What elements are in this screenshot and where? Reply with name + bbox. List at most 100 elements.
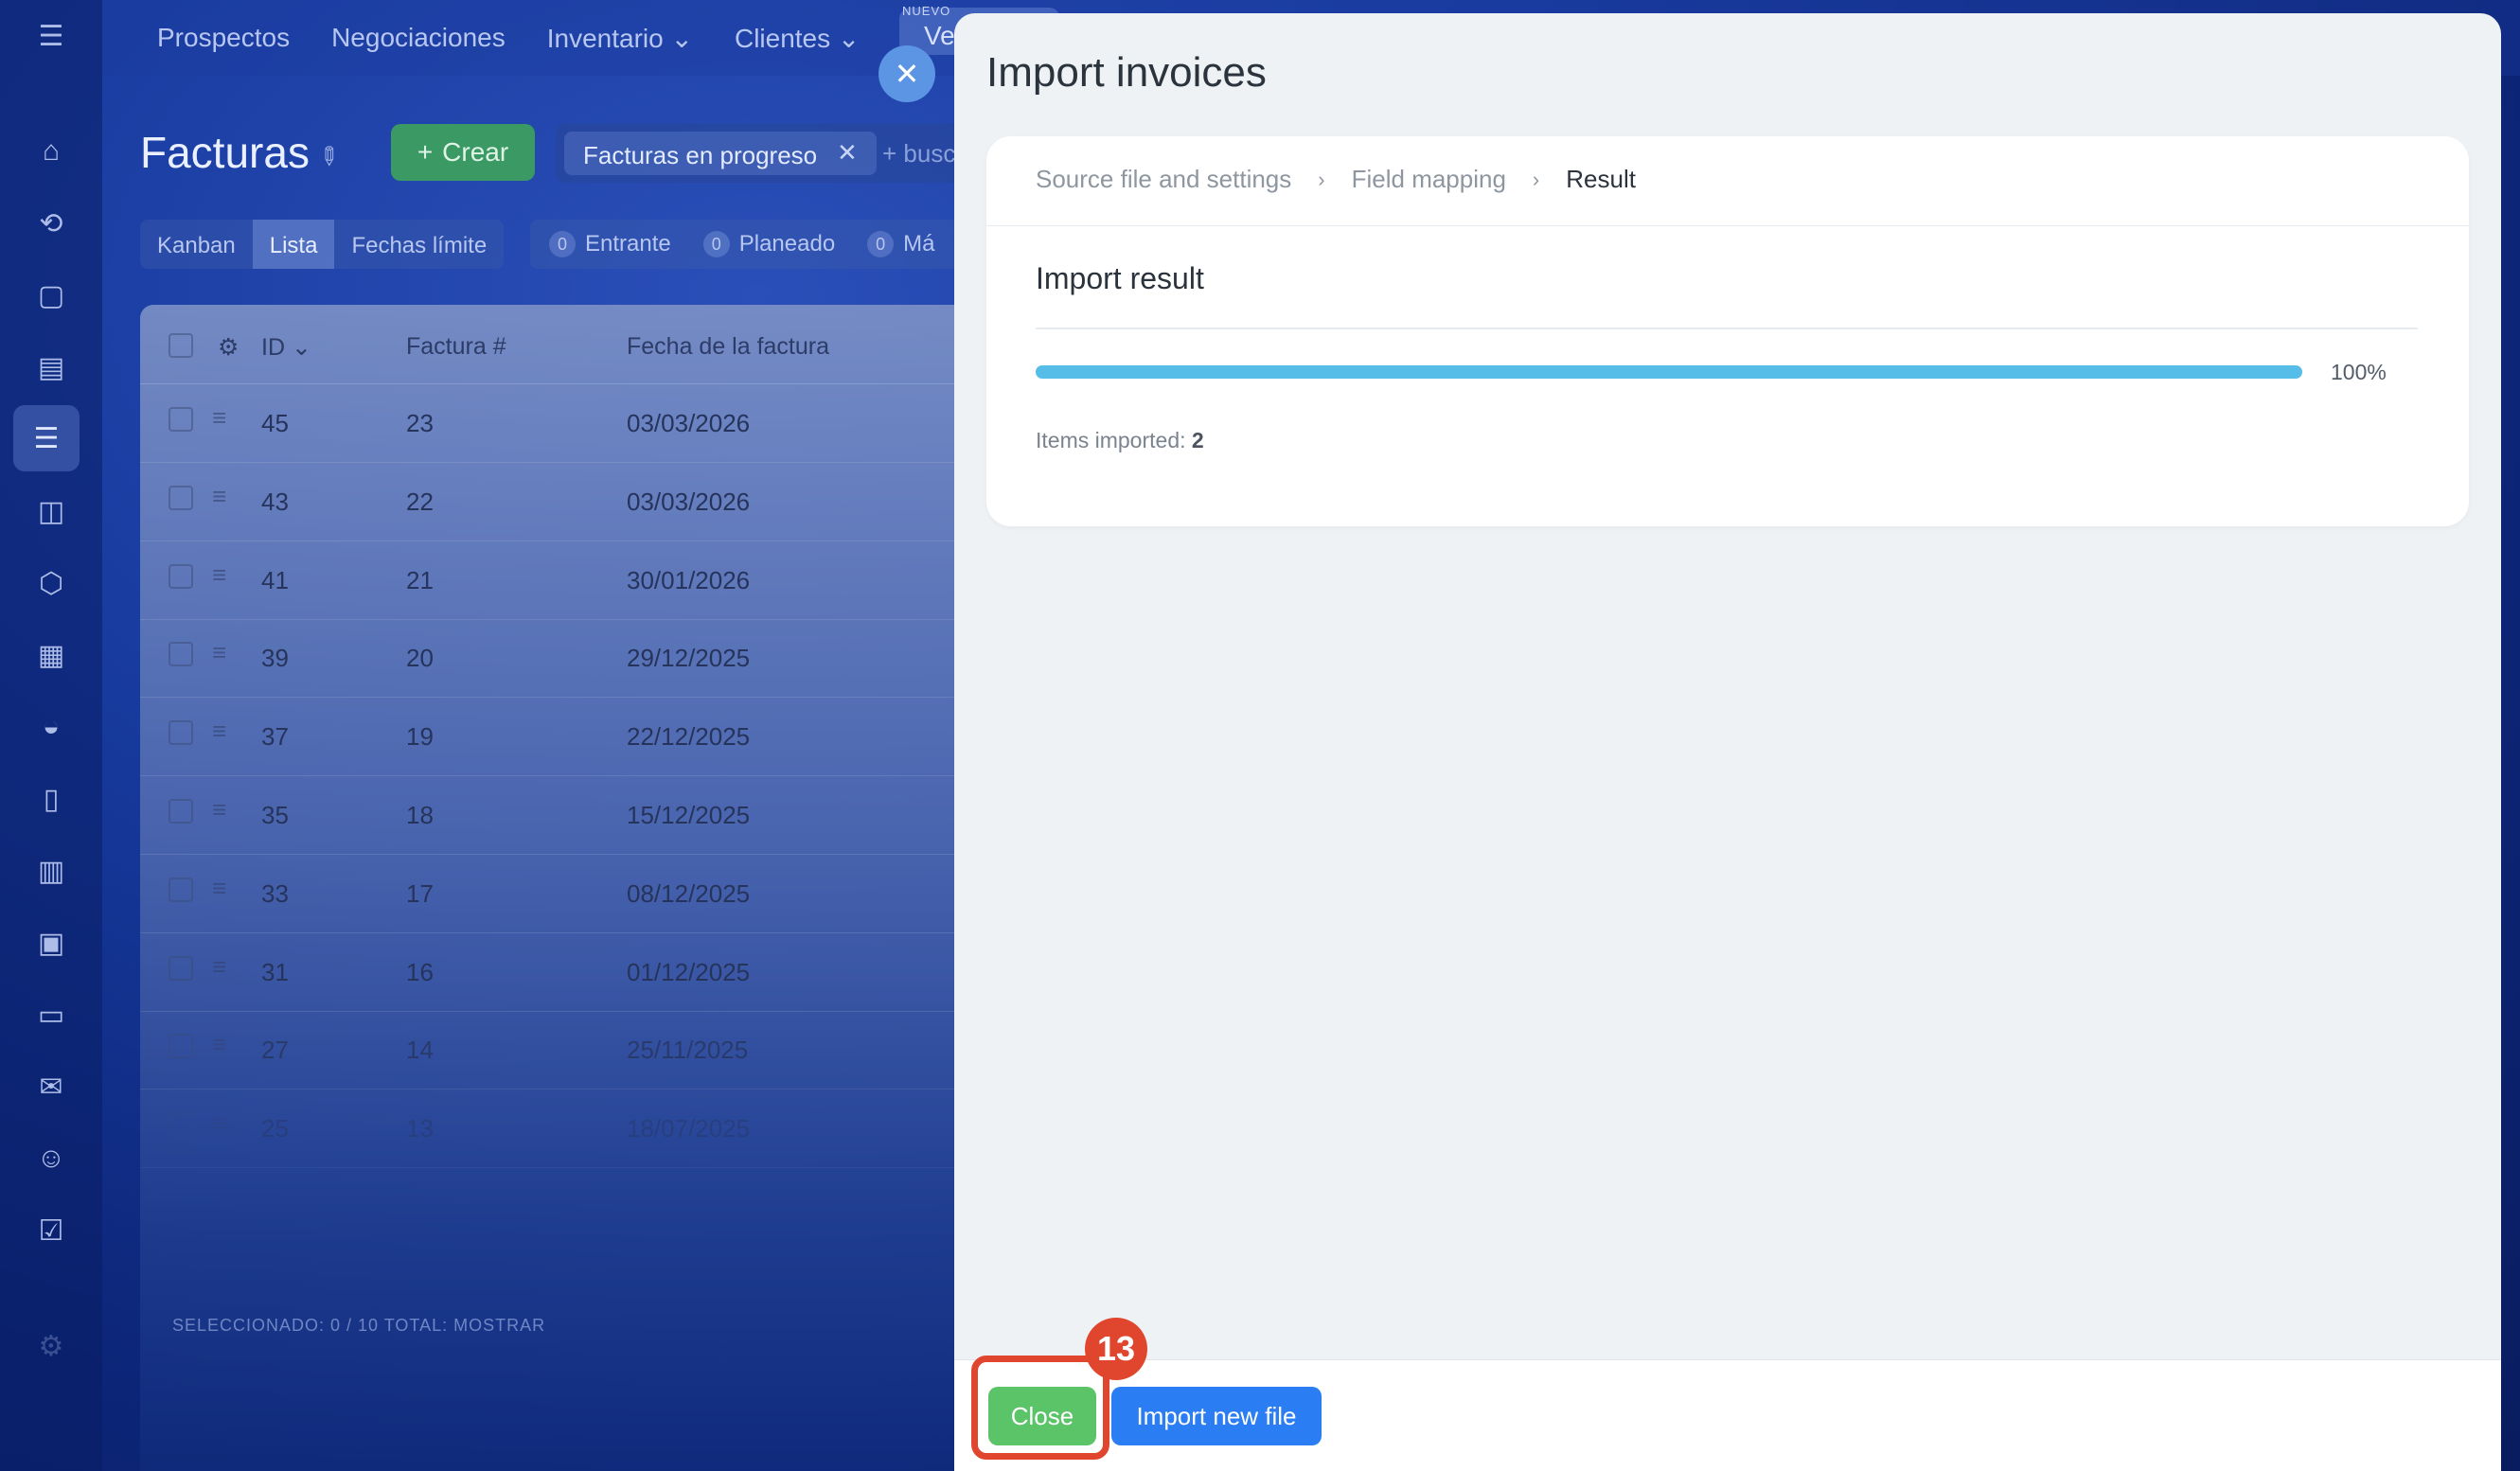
contacts-icon[interactable]: ☺ <box>28 1136 74 1181</box>
cell-fecha[interactable]: 30/01/2026 <box>627 566 750 595</box>
table-row[interactable]: ≡ 43 22 03/03/2026 <box>140 463 1087 541</box>
row-checkbox[interactable] <box>169 407 193 432</box>
row-checkbox[interactable] <box>169 955 193 981</box>
cell-factura[interactable]: 22 <box>406 487 434 517</box>
row-checkbox[interactable] <box>169 799 193 824</box>
checklist-icon[interactable]: ☑ <box>28 1208 74 1253</box>
search-input[interactable]: + busc <box>882 139 955 168</box>
drag-handle-icon[interactable]: ≡ <box>212 560 226 590</box>
drag-handle-icon[interactable]: ≡ <box>212 482 226 511</box>
cell-factura[interactable]: 23 <box>406 409 434 438</box>
drag-handle-icon[interactable]: ≡ <box>212 1108 226 1138</box>
cell-fecha[interactable]: 15/12/2025 <box>627 801 750 830</box>
counter-entrante[interactable]: 0 Entrante <box>549 231 671 257</box>
drag-handle-icon[interactable]: ≡ <box>212 1030 226 1059</box>
nav-negociaciones[interactable]: Negociaciones <box>331 23 506 53</box>
settings-icon[interactable]: ⚙ <box>28 1323 74 1369</box>
drag-handle-icon[interactable]: ≡ <box>212 717 226 746</box>
tab-fechas-limite[interactable]: Fechas límite <box>334 220 504 269</box>
bot-icon[interactable]: ◒ <box>28 704 74 750</box>
header-factura[interactable]: Factura # <box>406 333 506 361</box>
calendar-icon[interactable]: ▦ <box>28 632 74 678</box>
funnel-icon[interactable]: ☰ <box>13 405 80 471</box>
cell-fecha[interactable]: 03/03/2026 <box>627 487 750 517</box>
row-checkbox[interactable] <box>169 1034 193 1059</box>
cell-id[interactable]: 25 <box>261 1114 289 1143</box>
table-row[interactable]: ≡ 37 19 22/12/2025 <box>140 698 1087 777</box>
drag-handle-icon[interactable]: ≡ <box>212 795 226 824</box>
document-icon[interactable]: ▯ <box>28 776 74 822</box>
row-checkbox[interactable] <box>169 877 193 902</box>
filter-chip[interactable]: Facturas en progreso <box>564 132 877 175</box>
nav-prospectos[interactable]: Prospectos <box>157 23 290 53</box>
nav-inventario[interactable]: Inventario ⌄ <box>547 23 693 54</box>
table-row[interactable]: ≡ 33 17 08/12/2025 <box>140 855 1087 933</box>
table-row[interactable]: ≡ 31 16 01/12/2025 <box>140 933 1087 1012</box>
cell-id[interactable]: 31 <box>261 958 289 987</box>
cell-fecha[interactable]: 08/12/2025 <box>627 879 750 909</box>
cell-id[interactable]: 27 <box>261 1036 289 1065</box>
cell-id[interactable]: 41 <box>261 566 289 595</box>
tab-lista[interactable]: Lista <box>252 220 335 269</box>
menu-icon[interactable]: ☰ <box>28 13 74 59</box>
cell-factura[interactable]: 21 <box>406 566 434 595</box>
header-id[interactable]: ID ⌄ <box>261 333 311 362</box>
select-all-checkbox[interactable] <box>169 333 193 358</box>
nav-clientes[interactable]: Clientes ⌄ <box>735 23 860 54</box>
cell-factura[interactable]: 13 <box>406 1114 434 1143</box>
cell-fecha[interactable]: 22/12/2025 <box>627 722 750 752</box>
row-checkbox[interactable] <box>169 642 193 667</box>
tab-kanban[interactable]: Kanban <box>140 220 253 269</box>
inventory-icon[interactable]: ▭ <box>28 992 74 1037</box>
row-checkbox[interactable] <box>169 485 193 510</box>
cell-fecha[interactable]: 18/07/2025 <box>627 1114 750 1143</box>
row-checkbox[interactable] <box>169 563 193 589</box>
row-checkbox[interactable] <box>169 1112 193 1138</box>
cell-id[interactable]: 43 <box>261 487 289 517</box>
chat-icon[interactable]: ▢ <box>28 273 74 318</box>
cell-id[interactable]: 33 <box>261 879 289 909</box>
cell-factura[interactable]: 16 <box>406 958 434 987</box>
store-icon[interactable]: ▥ <box>28 848 74 894</box>
cell-id[interactable]: 35 <box>261 801 289 830</box>
import-new-file-button[interactable]: Import new file <box>1111 1387 1322 1445</box>
counter-planeado[interactable]: 0 Planeado <box>702 231 835 257</box>
close-slider-button[interactable]: ✕ <box>878 45 935 102</box>
hexagon-icon[interactable]: ⬡ <box>28 560 74 606</box>
tasks-icon[interactable]: ▤ <box>28 345 74 390</box>
counter-more[interactable]: 0 Má <box>867 231 935 257</box>
table-row[interactable]: ≡ 35 18 15/12/2025 <box>140 776 1087 855</box>
items-imported: Items imported: 2 <box>1036 428 1204 452</box>
table-row[interactable]: ≡ 27 14 25/11/2025 <box>140 1011 1087 1090</box>
create-button[interactable]: + Crear <box>391 124 535 181</box>
header-fecha[interactable]: Fecha de la factura <box>627 333 829 361</box>
cell-id[interactable]: 37 <box>261 722 289 752</box>
drag-handle-icon[interactable]: ≡ <box>212 874 226 903</box>
drag-handle-icon[interactable]: ≡ <box>212 638 226 667</box>
cell-id[interactable]: 39 <box>261 644 289 673</box>
cell-factura[interactable]: 17 <box>406 879 434 909</box>
cell-id[interactable]: 45 <box>261 409 289 438</box>
drag-handle-icon[interactable]: ≡ <box>212 952 226 982</box>
cell-fecha[interactable]: 29/12/2025 <box>627 644 750 673</box>
presentation-icon[interactable]: ▣ <box>28 920 74 966</box>
drag-handle-icon[interactable]: ≡ <box>212 403 226 433</box>
cell-fecha[interactable]: 25/11/2025 <box>627 1036 748 1065</box>
remove-filter-icon[interactable]: ✕ <box>837 138 858 168</box>
cell-factura[interactable]: 14 <box>406 1036 434 1065</box>
column-settings-icon[interactable]: ⚙ <box>218 333 239 362</box>
mail-icon[interactable]: ✉ <box>28 1064 74 1109</box>
home-icon[interactable]: ⌂ <box>28 129 74 174</box>
table-row[interactable]: ≡ 39 20 29/12/2025 <box>140 619 1087 699</box>
robot-icon[interactable]: ◫ <box>28 488 74 534</box>
cell-fecha[interactable]: 03/03/2026 <box>627 409 750 438</box>
cell-factura[interactable]: 20 <box>406 644 434 673</box>
crm-icon[interactable]: ⟲ <box>28 201 74 246</box>
cell-factura[interactable]: 19 <box>406 722 434 752</box>
row-checkbox[interactable] <box>169 720 193 746</box>
cell-factura[interactable]: 18 <box>406 801 434 830</box>
cell-fecha[interactable]: 01/12/2025 <box>627 958 750 987</box>
table-row[interactable]: ≡ 45 23 03/03/2026 <box>140 384 1087 463</box>
table-row[interactable]: ≡ 41 21 30/01/2026 <box>140 541 1087 620</box>
table-row[interactable]: ≡ 25 13 18/07/2025 <box>140 1090 1087 1169</box>
